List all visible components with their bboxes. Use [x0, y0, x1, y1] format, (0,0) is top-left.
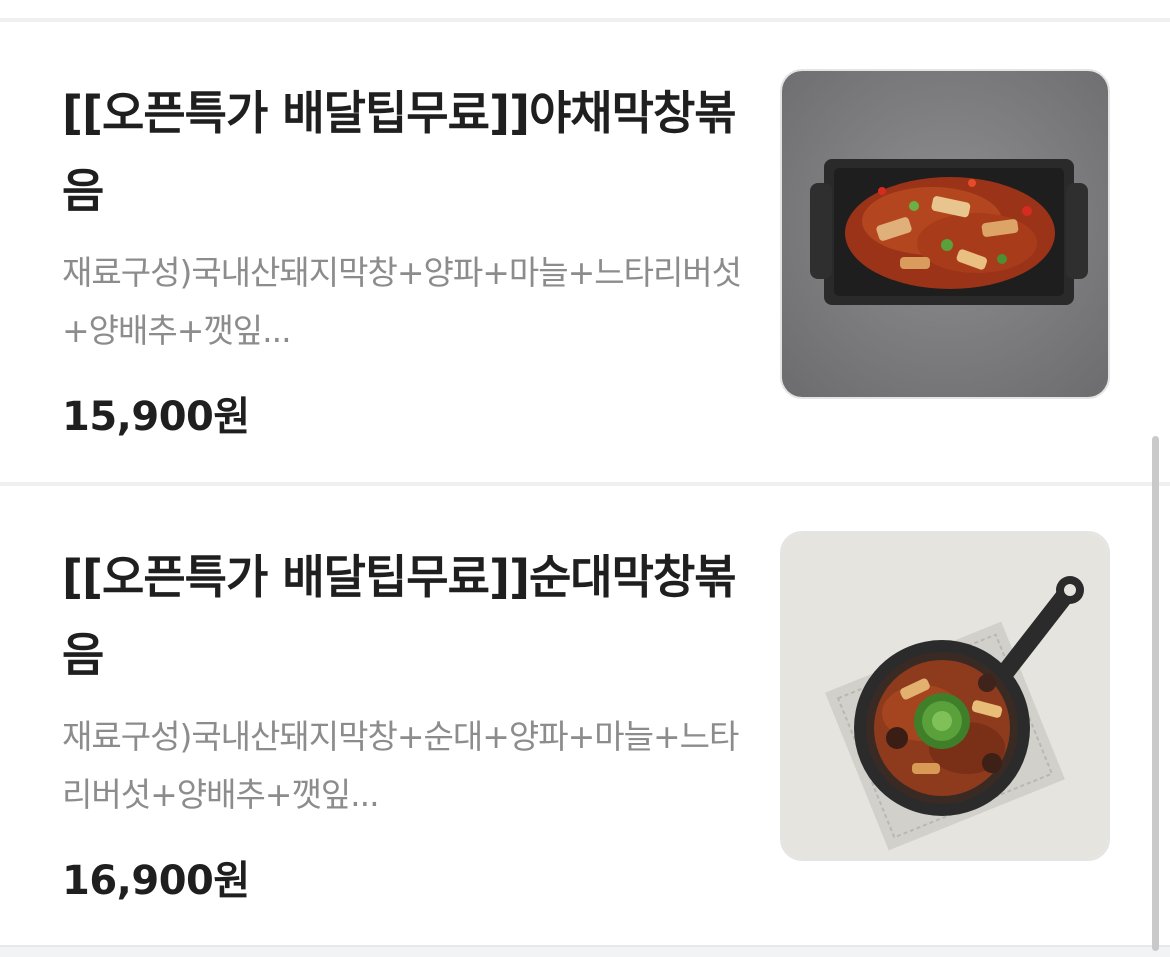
scrollbar[interactable] [1152, 436, 1159, 951]
menu-item-name: [[오픈특가 배달팁무료]]야채막창볶음 [62, 86, 737, 218]
menu-item-sundae-makchang[interactable]: [[오픈특가 배달팁무료]]순대막창볶음 재료구성)국내산돼지막창+순대+양파+… [0, 486, 1170, 945]
menu-item-image[interactable] [780, 69, 1110, 399]
bottom-divider [0, 945, 1170, 957]
menu-item-description: 재료구성)국내산돼지막창+양파+마늘+느타리버섯+양배추+깻잎... [62, 253, 742, 350]
menu-list-page: [[오픈특가 배달팁무료]]야채막창볶음 재료구성)국내산돼지막창+양파+마늘+… [0, 0, 1170, 957]
skillet-dish-photo-icon [782, 533, 1108, 859]
stir-fried-dish-photo-icon [782, 71, 1108, 397]
menu-item-image[interactable] [780, 531, 1110, 861]
menu-item-name: [[오픈특가 배달팁무료]]순대막창볶음 [62, 550, 737, 682]
menu-item-price: 16,900원 [62, 858, 250, 904]
menu-item-description: 재료구성)국내산돼지막창+순대+양파+마늘+느타리버섯+양배추+깻잎... [62, 717, 739, 814]
menu-item-price: 15,900원 [62, 394, 250, 440]
menu-item-vegetable-makchang[interactable]: [[오픈특가 배달팁무료]]야채막창볶음 재료구성)국내산돼지막창+양파+마늘+… [0, 22, 1170, 482]
